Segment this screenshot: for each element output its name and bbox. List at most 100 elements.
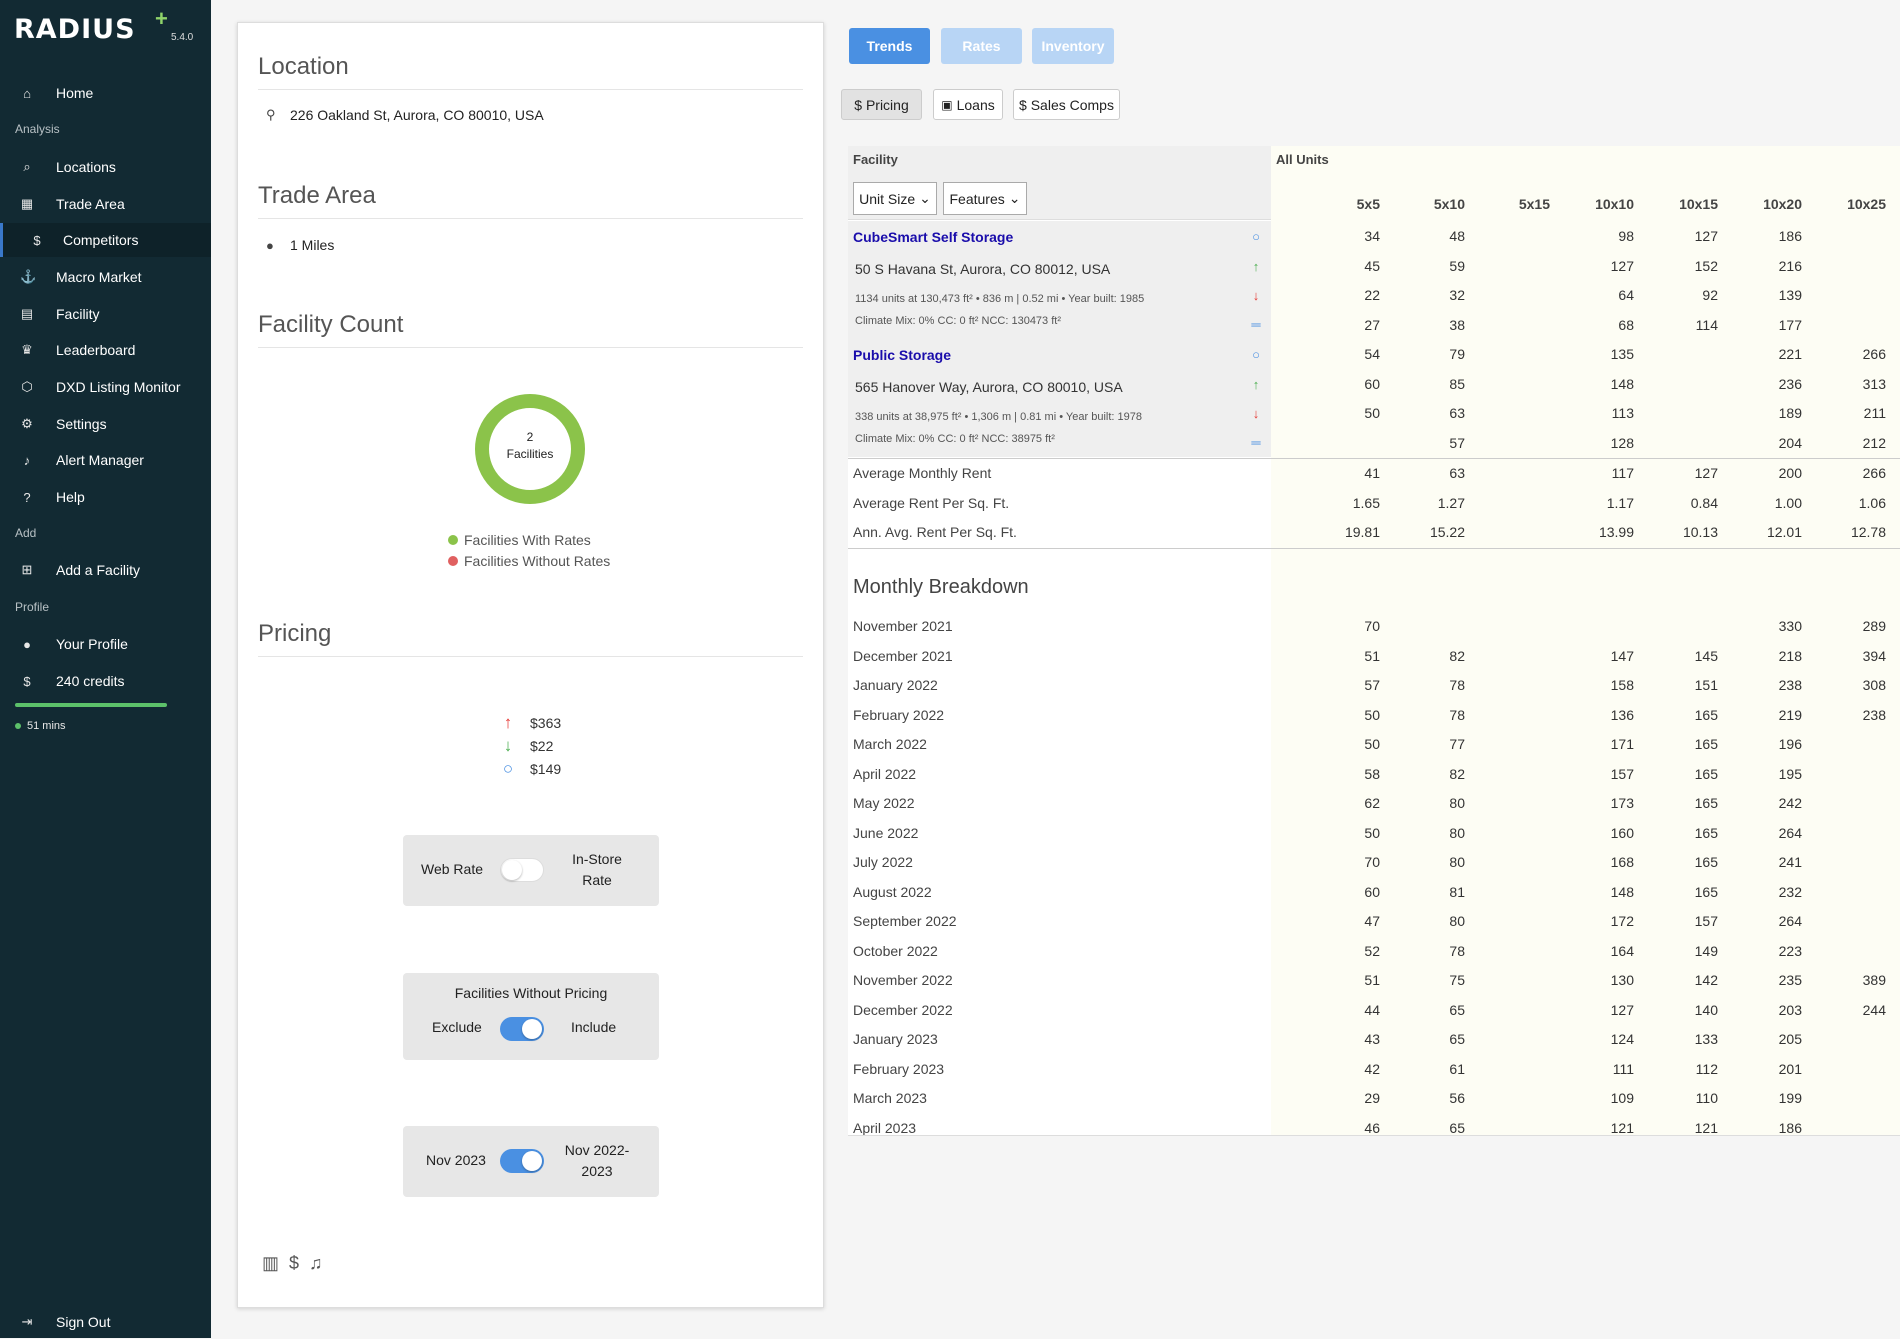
monthly-value-cell: 80 bbox=[1449, 824, 1465, 841]
legend-dot-icon bbox=[448, 535, 458, 545]
monthly-value-cell: 165 bbox=[1694, 795, 1718, 811]
toggle-left-label: Exclude bbox=[432, 1019, 482, 1035]
tab-trends[interactable]: Trends bbox=[849, 28, 930, 64]
monthly-value-cell: 124 bbox=[1610, 1031, 1634, 1047]
search-icon: ⌕ bbox=[23, 159, 31, 174]
subtab-loans[interactable]: ▣ Loans bbox=[933, 89, 1003, 120]
facility-name-link[interactable]: CubeSmart Self Storage bbox=[853, 229, 1013, 245]
column-header-5x5[interactable]: 5x5 bbox=[1306, 196, 1380, 212]
arrow-up-icon: ↑ bbox=[1252, 259, 1260, 274]
online-status-dot bbox=[15, 723, 21, 729]
period-switch[interactable] bbox=[500, 1149, 544, 1173]
sidebar-item-credits[interactable]: $240 credits bbox=[0, 664, 211, 698]
monthly-value-cell: 165 bbox=[1694, 736, 1718, 752]
facility-count-title: Facility Count bbox=[258, 311, 803, 348]
summary-value-cell: 63 bbox=[1449, 465, 1465, 481]
sidebar-item-locations[interactable]: ⌕ Locations bbox=[0, 150, 211, 184]
sidebar-item-facility[interactable]: ▤ Facility bbox=[0, 297, 211, 331]
column-header-10x15[interactable]: 10x15 bbox=[1644, 196, 1718, 212]
monthly-value-cell: 80 bbox=[1449, 913, 1465, 929]
monthly-value-cell: 80 bbox=[1449, 854, 1465, 870]
sidebar-item-settings[interactable]: ⚙ Settings bbox=[0, 407, 211, 441]
switch-knob bbox=[522, 1019, 542, 1039]
legend-with-rates[interactable]: Facilities With Rates bbox=[448, 532, 591, 548]
monthly-value-cell: 232 bbox=[1778, 883, 1802, 900]
sidebar-item-competitors[interactable]: $ Competitors bbox=[0, 223, 211, 257]
dollar-icon[interactable]: $ bbox=[289, 1253, 299, 1274]
unit-size-filter[interactable]: Unit Size ⌄ bbox=[853, 182, 937, 215]
sidebar-item-your-profile[interactable]: ● Your Profile bbox=[0, 627, 211, 661]
sidebar-item-home[interactable]: ⌂ Home bbox=[0, 76, 211, 110]
monthly-value-cell: 50 bbox=[1364, 824, 1380, 841]
summary-value-cell: 1.65 bbox=[1352, 494, 1380, 511]
sidebar-item-label: Your Profile bbox=[56, 636, 128, 652]
circle-icon: ○ bbox=[1252, 229, 1260, 244]
toggle-title: Facilities Without Pricing bbox=[454, 985, 608, 1001]
monthly-row-label: April 2022 bbox=[853, 765, 917, 782]
facility-price-cell: 216 bbox=[1778, 257, 1802, 274]
facility-price-cell: 313 bbox=[1862, 375, 1886, 392]
features-filter[interactable]: Features ⌄ bbox=[943, 182, 1027, 215]
tab-inventory[interactable]: Inventory bbox=[1032, 28, 1114, 64]
column-header-5x15[interactable]: 5x15 bbox=[1476, 196, 1550, 212]
monthly-row-label: December 2021 bbox=[853, 647, 953, 664]
summary-value-cell: 117 bbox=[1611, 465, 1634, 481]
facility-name-link[interactable]: Public Storage bbox=[853, 347, 951, 363]
facility-price-cell: 34 bbox=[1364, 228, 1380, 244]
monthly-value-cell: 51 bbox=[1364, 972, 1380, 988]
sidebar-item-trade-area[interactable]: ▦ Trade Area bbox=[0, 187, 211, 221]
monthly-value-cell: 81 bbox=[1449, 883, 1465, 900]
facility-price-cell: 85 bbox=[1449, 375, 1465, 392]
report-icon[interactable]: ▥ bbox=[262, 1253, 279, 1274]
sidebar-item-dxd-listing-monitor[interactable]: ⬡ DXD Listing Monitor bbox=[0, 370, 211, 404]
column-header-10x25[interactable]: 10x25 bbox=[1812, 196, 1886, 212]
sidebar-item-label: 240 credits bbox=[56, 673, 125, 689]
facility-count-donut[interactable]: 2 Facilities bbox=[474, 393, 586, 510]
bell-icon[interactable]: ♫ bbox=[309, 1253, 323, 1274]
monthly-value-cell: 168 bbox=[1610, 854, 1634, 870]
facility-price-cell: 79 bbox=[1449, 346, 1465, 362]
app-logo[interactable]: RADIUS bbox=[14, 14, 136, 45]
monthly-value-cell: 110 bbox=[1695, 1090, 1718, 1106]
price-high-row: ↑ $363 bbox=[498, 713, 561, 733]
column-header-10x20[interactable]: 10x20 bbox=[1728, 196, 1802, 212]
facility-price-cell: 48 bbox=[1449, 228, 1465, 244]
sidebar-item-help[interactable]: ? Help bbox=[0, 480, 211, 514]
monthly-value-cell: 50 bbox=[1364, 736, 1380, 752]
session-time: 51 mins bbox=[27, 720, 66, 732]
facility-price-cell: 92 bbox=[1702, 287, 1718, 303]
monthly-value-cell: 58 bbox=[1364, 765, 1380, 782]
help-icon: ? bbox=[23, 489, 31, 505]
summary-value-cell: 1.06 bbox=[1858, 494, 1886, 511]
panel-footer-icons: ▥ $ ♫ bbox=[262, 1253, 323, 1274]
rate-type-switch[interactable] bbox=[500, 858, 544, 882]
subtab-sales-comps[interactable]: $ Sales Comps bbox=[1013, 89, 1120, 120]
toggle-left-label: Nov 2023 bbox=[426, 1152, 486, 1168]
toggle-right-label: Include bbox=[571, 1019, 617, 1035]
monthly-value-cell: 65 bbox=[1449, 1031, 1465, 1047]
monthly-value-cell: 121 bbox=[1610, 1119, 1634, 1136]
sidebar-item-alert-manager[interactable]: ♪ Alert Manager bbox=[0, 443, 211, 477]
monthly-value-cell: 50 bbox=[1364, 706, 1380, 723]
summary-row-label: Average Monthly Rent bbox=[853, 465, 992, 481]
monthly-row-label: January 2023 bbox=[853, 1031, 938, 1047]
facility-header-label: Facility bbox=[853, 152, 898, 167]
monthly-value-cell: 42 bbox=[1364, 1060, 1380, 1077]
monthly-value-cell: 171 bbox=[1610, 736, 1634, 752]
sidebar-section-profile: Profile bbox=[15, 600, 50, 614]
sidebar-item-leaderboard[interactable]: ♛ Leaderboard bbox=[0, 333, 211, 367]
monthly-value-cell: 389 bbox=[1862, 972, 1886, 988]
sidebar-item-add-facility[interactable]: ⊞ Add a Facility bbox=[0, 553, 211, 587]
monthly-value-cell: 165 bbox=[1694, 765, 1718, 782]
sidebar-item-sign-out[interactable]: ⇥ Sign Out bbox=[0, 1305, 211, 1339]
column-header-10x10[interactable]: 10x10 bbox=[1560, 196, 1634, 212]
facility-row-cubesmart: CubeSmart Self Storage 50 S Havana St, A… bbox=[848, 221, 1271, 339]
legend-without-rates[interactable]: Facilities Without Rates bbox=[448, 553, 610, 569]
without-pricing-switch[interactable] bbox=[500, 1017, 544, 1041]
monthly-value-cell: 111 bbox=[1612, 1060, 1634, 1077]
column-header-5x10[interactable]: 5x10 bbox=[1391, 196, 1465, 212]
summary-value-cell: 200 bbox=[1778, 465, 1802, 481]
tab-rates[interactable]: Rates bbox=[941, 28, 1022, 64]
sidebar-item-macro-market[interactable]: ⚓ Macro Market bbox=[0, 260, 211, 294]
subtab-pricing[interactable]: $ Pricing bbox=[841, 89, 922, 120]
